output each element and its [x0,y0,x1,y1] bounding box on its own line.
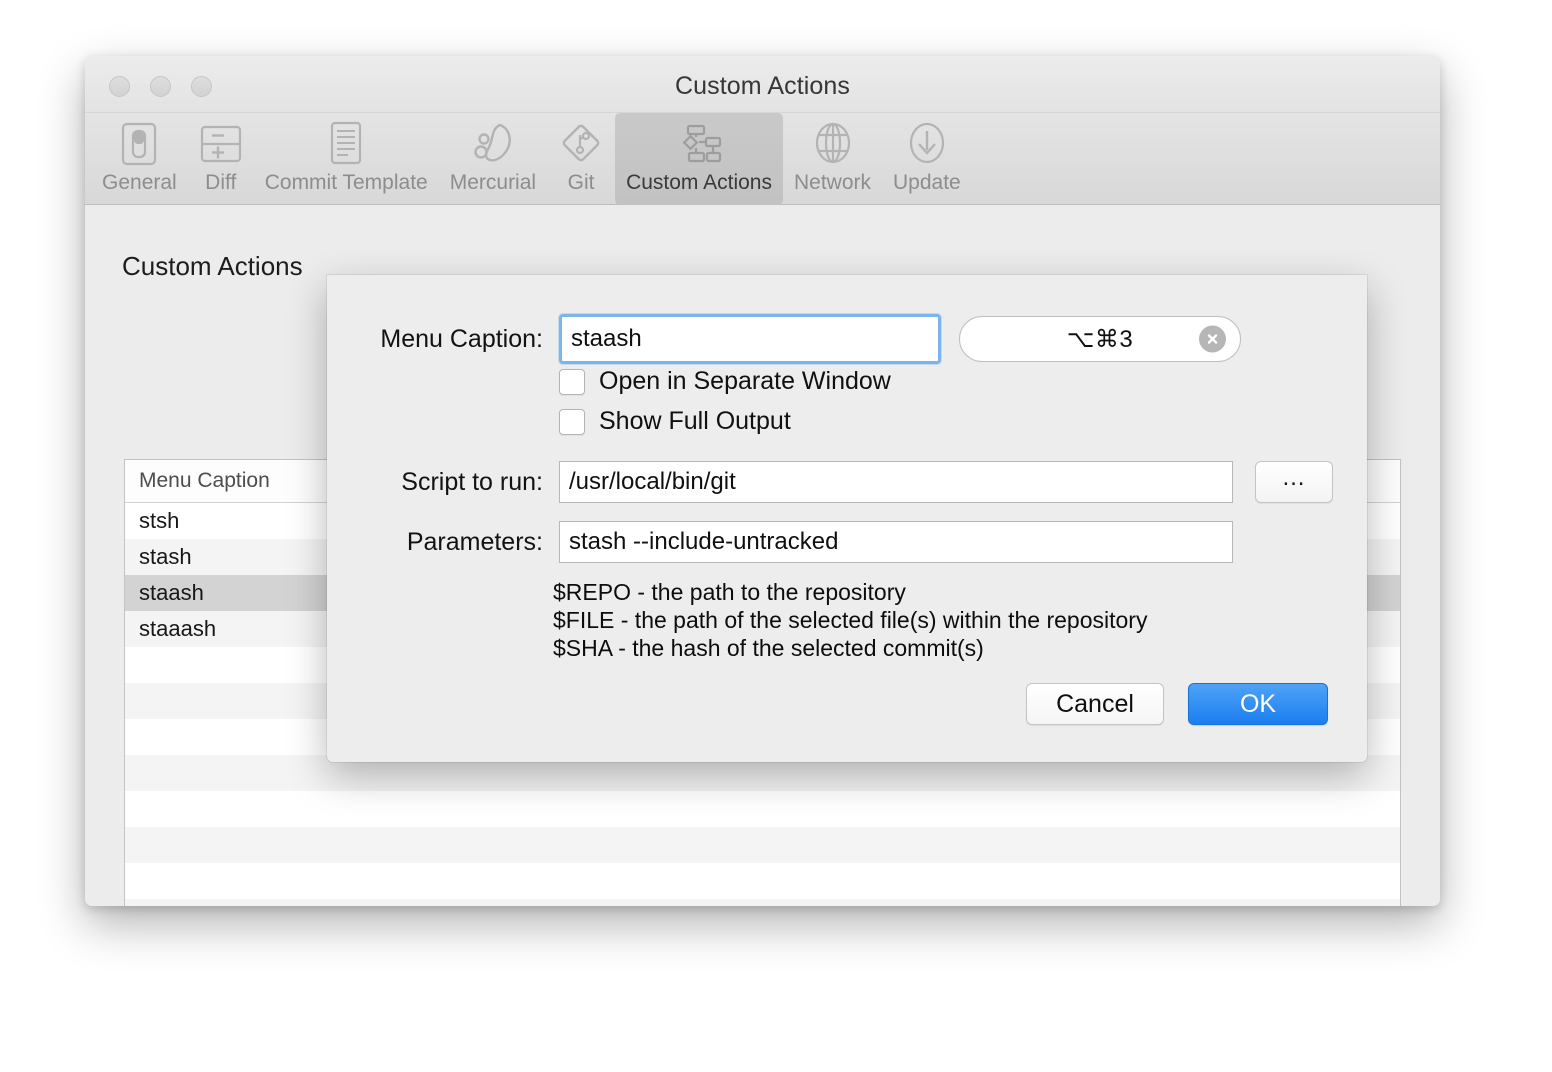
toolbar-item-update[interactable]: Update [882,113,972,205]
commit-template-icon [326,119,366,169]
page-title: Custom Actions [122,251,303,282]
update-icon [904,119,950,169]
open-separate-window-row[interactable]: Open in Separate Window [559,367,891,396]
sheet-button-row: Cancel OK [1026,683,1328,725]
toolbar-item-network[interactable]: Network [783,113,882,205]
help-line-file: $FILE - the path of the selected file(s)… [553,606,1147,634]
menu-caption-input[interactable]: staash [559,314,941,364]
parameters-label: Parameters: [327,528,543,557]
shortcut-value: ⌥⌘3 [1067,325,1134,354]
cancel-button[interactable]: Cancel [1026,683,1164,725]
show-full-output-row[interactable]: Show Full Output [559,407,791,436]
toolbar-label-network: Network [794,171,871,195]
edit-custom-action-sheet: Menu Caption: staash ⌥⌘3 Open in Separat… [327,275,1367,762]
help-line-repo: $REPO - the path to the repository [553,578,1147,606]
toolbar-label-mercurial: Mercurial [450,171,536,195]
ok-button[interactable]: OK [1188,683,1328,725]
parameters-row: Parameters: stash --include-untracked [327,521,1367,563]
toolbar-label-update: Update [893,171,961,195]
clear-shortcut-icon[interactable] [1199,326,1226,353]
show-full-output-checkbox[interactable] [559,409,585,435]
toolbar-item-mercurial[interactable]: Mercurial [439,113,547,205]
script-to-run-label: Script to run: [327,468,543,497]
shortcut-recorder-field[interactable]: ⌥⌘3 [959,316,1241,362]
toolbar-item-git[interactable]: Git [547,113,615,205]
table-row-empty [125,791,1400,827]
git-icon [558,119,604,169]
table-row-empty [125,827,1400,863]
preferences-toolbar: General Diff [85,113,1440,205]
open-separate-window-label: Open in Separate Window [599,367,891,396]
toolbar-item-general[interactable]: General [91,113,188,205]
parameters-input[interactable]: stash --include-untracked [559,521,1233,563]
network-icon [810,119,856,169]
diff-icon [199,119,243,169]
toolbar-item-commit-template[interactable]: Commit Template [254,113,439,205]
help-line-sha: $SHA - the hash of the selected commit(s… [553,634,1147,662]
show-full-output-label: Show Full Output [599,407,791,436]
toolbar-item-diff[interactable]: Diff [188,113,254,205]
toolbar-label-git: Git [568,171,595,195]
window-titlebar: Custom Actions [85,56,1440,113]
script-path-input[interactable]: /usr/local/bin/git [559,461,1233,503]
menu-caption-row: Menu Caption: staash ⌥⌘3 [327,314,1367,364]
toolbar-item-custom-actions[interactable]: Custom Actions [615,113,783,205]
mercurial-icon [469,119,517,169]
toolbar-label-general: General [102,171,177,195]
browse-script-button[interactable]: … [1255,461,1333,503]
variables-help-text: $REPO - the path to the repository $FILE… [553,578,1147,662]
toolbar-label-diff: Diff [205,171,236,195]
preferences-window: Custom Actions General [85,56,1440,906]
table-row-empty [125,863,1400,899]
custom-actions-icon [675,119,723,169]
script-to-run-row: Script to run: /usr/local/bin/git … [327,461,1367,503]
toolbar-label-commit-template: Commit Template [265,171,428,195]
window-title: Custom Actions [85,72,1440,101]
open-separate-window-checkbox[interactable] [559,369,585,395]
menu-caption-label: Menu Caption: [327,325,543,354]
toolbar-label-custom-actions: Custom Actions [626,171,772,195]
table-row-empty [125,899,1400,906]
general-icon [119,119,159,169]
